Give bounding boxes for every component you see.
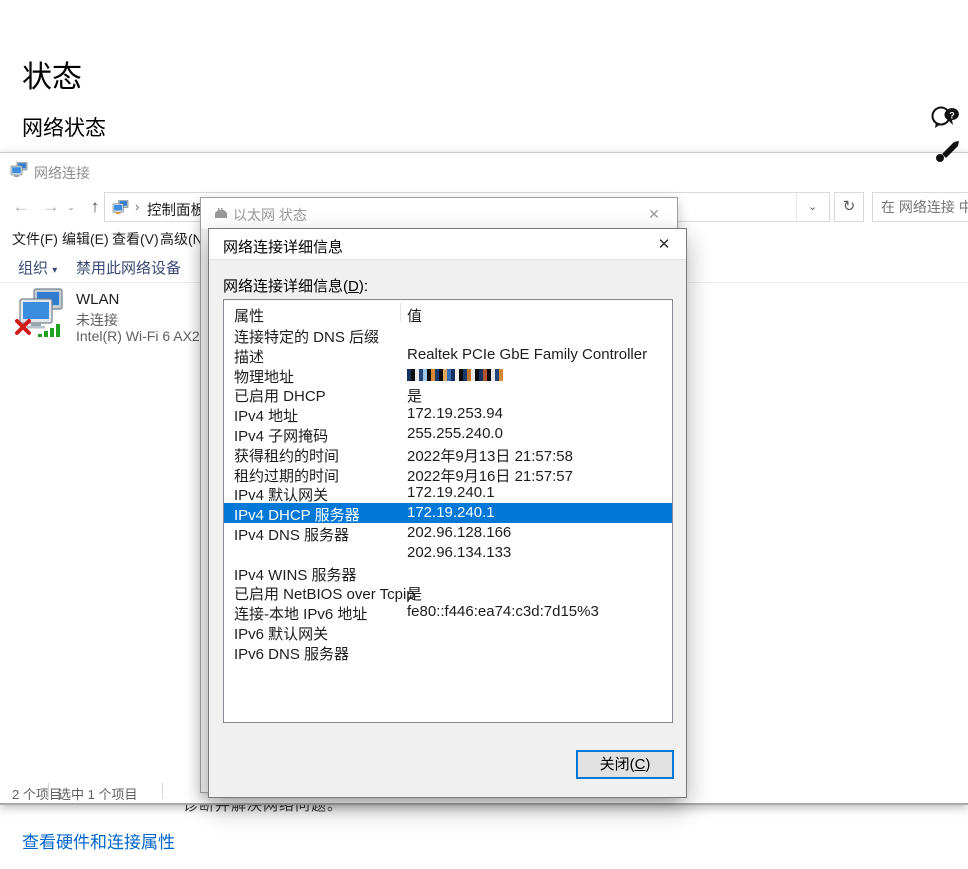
- selected-count: 选中 1 个项目: [58, 784, 137, 803]
- refresh-button[interactable]: ↻: [834, 192, 864, 222]
- detail-row[interactable]: 已启用 NetBIOS over Tcpip是: [224, 582, 672, 602]
- detail-row[interactable]: 租约过期的时间2022年9月16日 21:57:57: [224, 464, 672, 484]
- wlan-status: 未连接: [76, 310, 118, 330]
- network-connections-icon: [10, 162, 28, 178]
- wlan-name: WLAN: [76, 291, 119, 308]
- detail-value: 202.96.134.133: [407, 544, 511, 561]
- detail-row[interactable]: 已启用 DHCP是: [224, 384, 672, 404]
- disable-device-button[interactable]: 禁用此网络设备: [76, 257, 181, 278]
- close-icon[interactable]: ✕: [652, 233, 676, 257]
- forward-button[interactable]: →: [38, 193, 64, 221]
- ethernet-dialog-title: 以太网 状态: [233, 205, 307, 225]
- address-dropdown-chevron-icon[interactable]: ⌄: [796, 194, 828, 220]
- section-title-network-status: 网络状态: [22, 112, 106, 142]
- ethernet-plug-icon: [213, 208, 229, 220]
- statusbar-divider: [48, 783, 49, 799]
- statusbar-divider: [162, 783, 163, 799]
- detail-row[interactable]: IPv6 DNS 服务器: [224, 642, 672, 662]
- breadcrumb-folder-icon: [112, 200, 129, 215]
- details-dialog-titlebar[interactable]: 网络连接详细信息 ✕: [209, 229, 686, 260]
- detail-row[interactable]: 描述Realtek PCIe GbE Family Controller: [224, 345, 672, 365]
- search-input[interactable]: [873, 193, 968, 221]
- detail-row[interactable]: 202.96.134.133: [224, 543, 672, 563]
- detail-row[interactable]: IPv4 子网掩码255.255.240.0: [224, 424, 672, 444]
- wlan-adapter-name: Intel(R) Wi-Fi 6 AX20: [76, 328, 207, 344]
- detail-value: 172.19.253.94: [407, 405, 503, 422]
- column-divider: [400, 303, 401, 321]
- organize-button[interactable]: 组织 ▾: [18, 257, 57, 278]
- window-titlebar[interactable]: 网络连接: [0, 153, 968, 189]
- list-rows: 连接特定的 DNS 后缀描述Realtek PCIe GbE Family Co…: [224, 325, 672, 662]
- column-property: 属性: [234, 305, 264, 326]
- help-icon[interactable]: ?: [930, 103, 960, 133]
- detail-property: IPv6 DNS 服务器: [234, 643, 349, 664]
- detail-value: 202.96.128.166: [407, 524, 511, 541]
- history-chevron-icon[interactable]: ⌄: [64, 193, 78, 221]
- window-title: 网络连接: [34, 163, 90, 183]
- menu-edit[interactable]: 编辑(E): [62, 229, 109, 249]
- network-details-dialog: 网络连接详细信息 ✕ 网络连接详细信息(D): 属性 值 连接特定的 DNS 后…: [208, 228, 687, 798]
- chevron-down-icon: ▾: [52, 265, 57, 276]
- detail-value: 255.255.240.0: [407, 425, 503, 442]
- feedback-icon[interactable]: [934, 140, 960, 164]
- svg-text:?: ?: [949, 111, 955, 121]
- wlan-adapter-icon: [14, 287, 66, 339]
- detail-row[interactable]: IPv6 默认网关: [224, 622, 672, 642]
- close-icon[interactable]: ✕: [643, 203, 665, 225]
- detail-row[interactable]: IPv4 DHCP 服务器172.19.240.1: [224, 503, 672, 523]
- detail-row[interactable]: 连接-本地 IPv6 地址fe80::f446:ea74:c3d:7d15%3: [224, 602, 672, 622]
- detail-row[interactable]: 连接特定的 DNS 后缀: [224, 325, 672, 345]
- detail-row[interactable]: 获得租约的时间2022年9月13日 21:57:58: [224, 444, 672, 464]
- detail-value: 172.19.240.1: [407, 504, 495, 521]
- search-box: [872, 192, 968, 222]
- menu-view[interactable]: 查看(V): [112, 229, 159, 249]
- detail-value: 172.19.240.1: [407, 484, 495, 501]
- view-hardware-properties-link[interactable]: 查看硬件和连接属性: [22, 828, 175, 853]
- details-list-label: 网络连接详细信息(D):: [223, 275, 368, 296]
- close-button[interactable]: 关闭(C): [576, 750, 674, 779]
- detail-value: Realtek PCIe GbE Family Controller: [407, 346, 647, 363]
- detail-row[interactable]: 物理地址: [224, 365, 672, 385]
- ethernet-dialog-titlebar[interactable]: 以太网 状态 ✕: [201, 198, 677, 229]
- details-dialog-title: 网络连接详细信息: [223, 236, 343, 257]
- pixelated-mac-address: [407, 369, 503, 386]
- breadcrumb-separator: ›: [135, 199, 139, 214]
- detail-row[interactable]: IPv4 默认网关172.19.240.1: [224, 483, 672, 503]
- detail-value: fe80::f446:ea74:c3d:7d15%3: [407, 603, 599, 620]
- menu-file[interactable]: 文件(F): [12, 229, 58, 249]
- items-count: 2 个项目: [12, 784, 62, 803]
- detail-row[interactable]: IPv4 DNS 服务器202.96.128.166: [224, 523, 672, 543]
- detail-row[interactable]: IPv4 地址172.19.253.94: [224, 404, 672, 424]
- wlan-connection-item[interactable]: WLAN 未连接 Intel(R) Wi-Fi 6 AX20: [10, 287, 210, 343]
- column-value: 值: [407, 305, 422, 326]
- detail-row[interactable]: IPv4 WINS 服务器: [224, 563, 672, 583]
- screen: 状态 网络状态 ? 诊断并解决网络问题。 查看硬件和连接属性 网络连接 ← →: [0, 0, 968, 869]
- page-title: 状态: [22, 52, 82, 96]
- breadcrumb-control-panel[interactable]: 控制面板: [147, 199, 205, 220]
- back-button[interactable]: ←: [8, 193, 34, 221]
- list-header: 属性 值: [224, 300, 672, 325]
- details-listbox: 属性 值 连接特定的 DNS 后缀描述Realtek PCIe GbE Fami…: [223, 299, 673, 723]
